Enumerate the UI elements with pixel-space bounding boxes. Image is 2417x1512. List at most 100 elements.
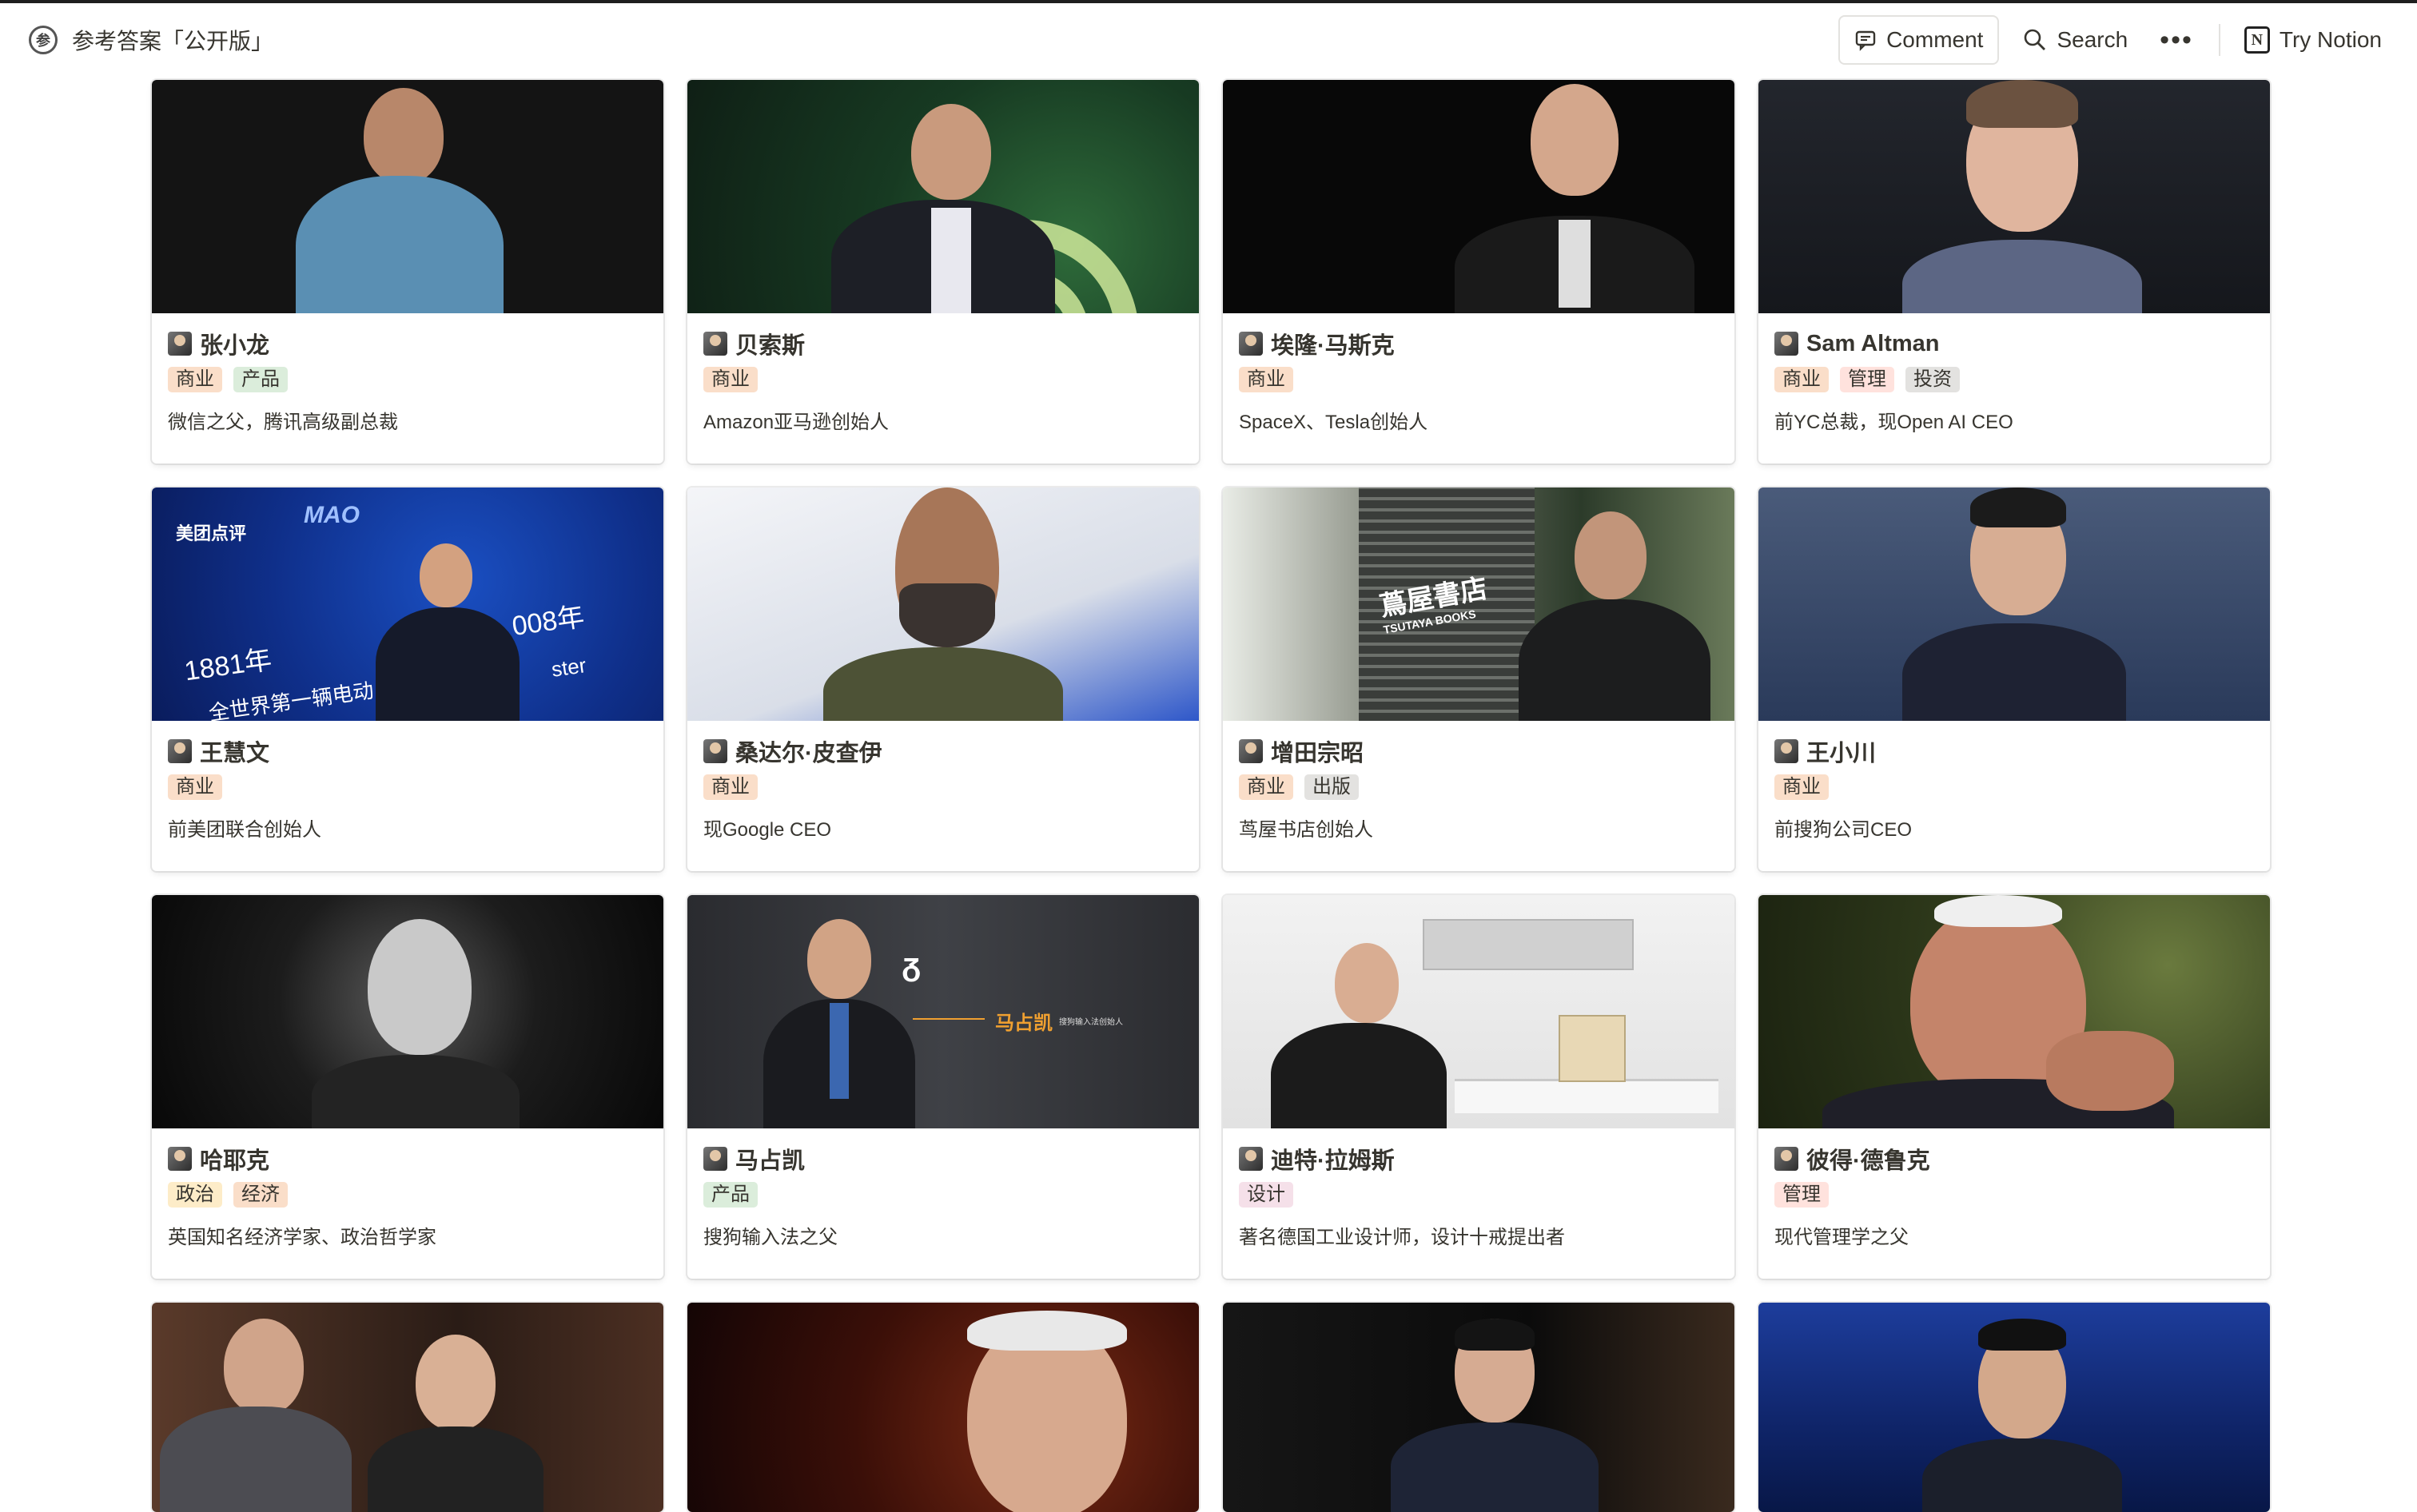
card-title: 张小龙: [200, 333, 270, 359]
tag-list: 商业 管理 投资: [1774, 366, 2254, 393]
tag-list: 商业 出版: [1239, 774, 1718, 801]
tag: 商业: [703, 367, 758, 392]
card-cover-image: [152, 895, 663, 1128]
avatar: [1239, 332, 1263, 356]
card-title: 王小川: [1806, 741, 1877, 766]
cover-logo-text: ᵹ: [902, 947, 922, 982]
tag: 产品: [233, 367, 288, 392]
cover-year-text: 1881年: [182, 644, 274, 687]
card-cover-image: [1758, 895, 2270, 1128]
card-cover-image: [1758, 80, 2270, 313]
card-cover-image: 蔦屋書店 TSUTAYA BOOKS: [1223, 487, 1734, 721]
cover-name-text: 马占凯: [995, 1013, 1053, 1034]
card-description: Amazon亚马逊创始人: [703, 412, 890, 433]
avatar: [703, 1147, 727, 1171]
card-cover-image: [687, 80, 1199, 313]
card-description: 现代管理学之父: [1774, 1227, 1909, 1248]
tag-list: 商业: [168, 774, 647, 801]
card-cover-image: [152, 80, 663, 313]
card-title: 王慧文: [200, 741, 270, 766]
try-notion-button[interactable]: N Try Notion: [2238, 26, 2388, 54]
top-bar: 参 参考答案「公开版」 Comment Search ••• N Try Not…: [0, 0, 2417, 75]
tag: 商业: [703, 774, 758, 800]
gallery-card[interactable]: [687, 1303, 1199, 1512]
tag: 商业: [168, 774, 222, 800]
card-description: 现Google CEO: [703, 819, 832, 841]
card-cover-image: [687, 487, 1199, 721]
gallery-grid: 张小龙 商业 产品 微信之父，腾讯高级副总裁 贝索斯 商业 Amazon亚马逊创…: [152, 80, 2270, 1512]
breadcrumb[interactable]: 参 参考答案「公开版」: [29, 22, 273, 58]
tag: 产品: [703, 1182, 758, 1208]
card-title: Sam Altman: [1806, 330, 1940, 356]
gallery-card[interactable]: 蔦屋書店 TSUTAYA BOOKS 增田宗昭 商业 出版 茑屋书店创始人: [1223, 487, 1734, 871]
card-title: 桑达尔·皮查伊: [735, 741, 882, 766]
gallery-card[interactable]: 美团点评 MAO 1881年 008年 全世界第一辆电动 ster 王慧文 商业…: [152, 487, 663, 871]
comment-icon: [1855, 30, 1876, 51]
card-title: 马占凯: [735, 1148, 806, 1174]
search-button[interactable]: Search: [2017, 27, 2134, 53]
gallery-card[interactable]: 桑达尔·皮查伊 商业 现Google CEO: [687, 487, 1199, 871]
card-title: 增田宗昭: [1271, 741, 1364, 766]
avatar: [703, 332, 727, 356]
gallery-card[interactable]: [1758, 1303, 2270, 1512]
gallery-card[interactable]: 迪特·拉姆斯 设计 著名德国工业设计师，设计十戒提出者: [1223, 895, 1734, 1279]
gallery-card[interactable]: Sam Altman 商业 管理 投资 前YC总裁，现Open AI CEO: [1758, 80, 2270, 464]
tag-list: 政治 经济: [168, 1181, 647, 1208]
tag: 商业: [1239, 774, 1293, 800]
avatar: [1774, 739, 1798, 763]
card-description: 前YC总裁，现Open AI CEO: [1774, 412, 2013, 433]
cover-caption-text: ster: [550, 653, 588, 682]
gallery-card[interactable]: 贝索斯 商业 Amazon亚马逊创始人: [687, 80, 1199, 464]
tag: 商业: [1774, 367, 1829, 392]
comment-button[interactable]: Comment: [1838, 15, 2000, 65]
notion-logo-icon: N: [2244, 26, 2270, 54]
card-description: 前搜狗公司CEO: [1774, 819, 1913, 841]
avatar: [1774, 1147, 1798, 1171]
avatar: [168, 332, 192, 356]
tag-list: 商业: [1774, 774, 2254, 801]
card-description: 微信之父，腾讯高级副总裁: [168, 412, 398, 433]
gallery-card[interactable]: 埃隆·马斯克 商业 SpaceX、Tesla创始人: [1223, 80, 1734, 464]
tag-list: 商业: [703, 366, 1183, 393]
avatar: [1239, 1147, 1263, 1171]
gallery-card[interactable]: ᵹ 马占凯 搜狗输入法创始人 马占凯 产品 搜狗输入法之父: [687, 895, 1199, 1279]
gallery-card[interactable]: 彼得·德鲁克 管理 现代管理学之父: [1758, 895, 2270, 1279]
card-cover-image: ᵹ 马占凯 搜狗输入法创始人: [687, 895, 1199, 1128]
search-label: Search: [2057, 27, 2128, 52]
gallery-card[interactable]: 张小龙 商业 产品 微信之父，腾讯高级副总裁: [152, 80, 663, 464]
card-cover-image: [152, 1303, 663, 1512]
topbar-actions: Comment Search ••• N Try Notion: [1838, 14, 2388, 66]
page-title[interactable]: 参考答案「公开版」: [72, 24, 273, 56]
more-options-button[interactable]: •••: [2152, 25, 2201, 56]
cover-logo-text: MAO: [304, 502, 360, 528]
search-icon: [2025, 29, 2046, 50]
tag: 管理: [1774, 1182, 1829, 1208]
card-cover-image: [1223, 80, 1734, 313]
gallery-card[interactable]: [152, 1303, 663, 1512]
page-icon: 参: [29, 26, 58, 54]
try-notion-label: Try Notion: [2279, 27, 2382, 52]
gallery-card[interactable]: [1223, 1303, 1734, 1512]
card-cover-image: 美团点评 MAO 1881年 008年 全世界第一辆电动 ster: [152, 487, 663, 721]
card-cover-image: [1223, 1303, 1734, 1512]
gallery-card[interactable]: 哈耶克 政治 经济 英国知名经济学家、政治哲学家: [152, 895, 663, 1279]
avatar: [168, 739, 192, 763]
avatar: [1239, 739, 1263, 763]
gallery-card[interactable]: 王小川 商业 前搜狗公司CEO: [1758, 487, 2270, 871]
tag-list: 商业: [703, 774, 1183, 801]
card-title: 埃隆·马斯克: [1271, 333, 1395, 359]
card-description: 英国知名经济学家、政治哲学家: [168, 1227, 436, 1248]
cover-brand-text: 美团点评: [176, 523, 247, 543]
tag: 投资: [1905, 367, 1960, 392]
avatar: [1774, 332, 1798, 356]
comment-label: Comment: [1886, 27, 1984, 52]
card-description: 前美团联合创始人: [168, 819, 321, 841]
card-title: 贝索斯: [735, 333, 806, 359]
tag: 商业: [1774, 774, 1829, 800]
tag-list: 商业 产品: [168, 366, 647, 393]
tag: 出版: [1304, 774, 1359, 800]
card-description: 搜狗输入法之父: [703, 1227, 838, 1248]
card-title: 迪特·拉姆斯: [1271, 1148, 1395, 1174]
card-cover-image: [1758, 487, 2270, 721]
card-description: 茑屋书店创始人: [1239, 819, 1373, 841]
